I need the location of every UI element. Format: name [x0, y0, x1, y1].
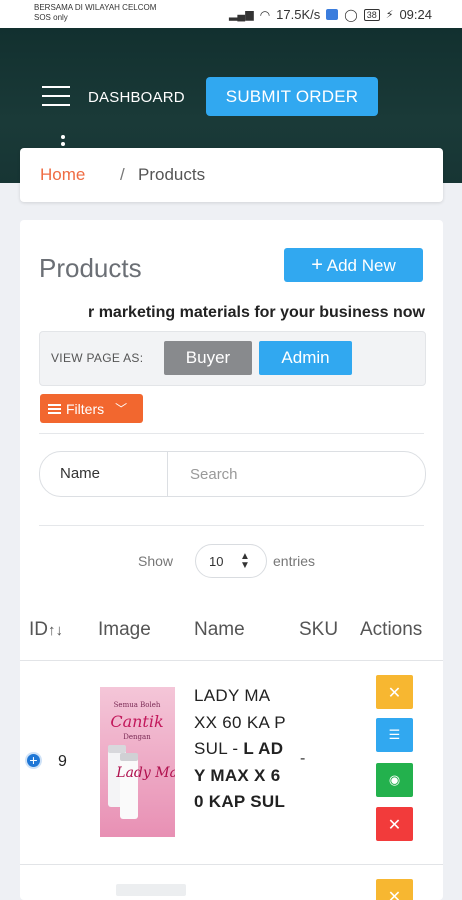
- details-button[interactable]: ☰: [376, 718, 413, 752]
- breadcrumb-separator: /: [120, 165, 125, 184]
- charging-icon: ⚡: [385, 9, 394, 21]
- column-header-name[interactable]: Name: [194, 619, 245, 641]
- svg-text:Dengan: Dengan: [123, 733, 151, 741]
- clock: 09:24: [399, 7, 432, 22]
- wifi-icon: ◠: [259, 7, 271, 22]
- svg-text:Semua Boleh: Semua Boleh: [114, 701, 161, 709]
- chevron-down-icon: ﹀: [115, 402, 128, 416]
- column-id-label: ID: [29, 619, 48, 640]
- app-notification-icon: [326, 9, 339, 20]
- close-icon: ✕: [387, 682, 402, 702]
- product-image: Semua Boleh Cantik Dengan Lady Maxx: [100, 687, 175, 837]
- breadcrumb-home-link[interactable]: Home: [40, 165, 85, 185]
- filters-label: Filters: [66, 400, 105, 417]
- row-divider: [20, 864, 443, 865]
- eye-slash-icon: ◉: [388, 772, 401, 788]
- breadcrumb: Home / Products: [20, 148, 443, 202]
- marquee-text: r marketing materials for your business …: [88, 304, 425, 321]
- net-speed: 17.5K/s: [276, 7, 321, 22]
- close-icon: ✕: [387, 886, 402, 900]
- submit-order-button[interactable]: SUBMIT ORDER: [206, 77, 378, 116]
- cell-sku: -: [300, 750, 306, 767]
- sort-updown-icon: ▲ ▼: [240, 551, 250, 571]
- marketing-marquee: r marketing materials for your business …: [39, 304, 425, 326]
- add-new-button[interactable]: + Add New: [284, 248, 423, 282]
- show-label: Show: [138, 553, 174, 569]
- expand-row-icon[interactable]: +: [25, 752, 42, 769]
- search-group: Name: [39, 451, 426, 497]
- search-field-value: Name: [60, 465, 101, 482]
- column-header-image: Image: [98, 619, 151, 640]
- admin-view-button[interactable]: Admin: [259, 341, 352, 375]
- cell-name: LADY MA XX 60 KA PSUL - L ADY MAX X 60 K…: [194, 683, 286, 816]
- divider: [39, 525, 424, 526]
- search-field-select[interactable]: Name: [40, 452, 168, 496]
- page-title: Products: [39, 253, 142, 283]
- delete-button[interactable]: ✕: [376, 807, 413, 841]
- breadcrumb-current: Products: [138, 165, 206, 184]
- column-header-id[interactable]: ID↑↓: [29, 619, 63, 641]
- status-icons: ▂▄▆ ◠ 17.5K/s ◯ 38 ⚡ 09:24: [229, 7, 432, 22]
- filter-lines-icon: [48, 403, 61, 414]
- search-input[interactable]: [168, 452, 424, 496]
- menu-icon[interactable]: [42, 86, 70, 108]
- filters-button[interactable]: Filters ﹀: [40, 394, 143, 423]
- entries-label: entries: [273, 553, 316, 569]
- close-icon: ✕: [387, 814, 402, 834]
- whatsapp-icon: ◯: [344, 7, 358, 22]
- view-as-label: VIEW PAGE AS:: [51, 351, 144, 365]
- status-bar: BERSAMA DI WILAYAH CELCOM SOS only ▂▄▆ ◠…: [0, 0, 462, 28]
- signal-icon: ▂▄▆: [228, 9, 254, 21]
- carrier-info: BERSAMA DI WILAYAH CELCOM SOS only: [34, 3, 156, 23]
- dashboard-link[interactable]: DASHBOARD: [88, 89, 185, 106]
- svg-text:Lady Maxx: Lady Maxx: [115, 765, 175, 781]
- view-page-as-panel: VIEW PAGE AS: Buyer Admin: [39, 331, 426, 386]
- table-header-divider: [20, 660, 443, 661]
- entries-select[interactable]: 10 ▲ ▼: [195, 544, 267, 578]
- battery-icon: 38: [363, 8, 380, 21]
- column-header-sku[interactable]: SKU: [299, 619, 338, 641]
- carrier-status: SOS only: [34, 13, 68, 22]
- view-button[interactable]: ◉: [376, 763, 413, 797]
- list-icon: ☰: [388, 727, 401, 743]
- sort-icon: ↑↓: [48, 622, 63, 639]
- column-header-actions: Actions: [360, 619, 423, 640]
- edit-button[interactable]: ✕: [376, 675, 413, 709]
- cell-id: 9: [58, 753, 67, 770]
- divider: [39, 433, 424, 434]
- entries-value: 10: [209, 554, 224, 569]
- add-new-label: Add New: [326, 255, 396, 275]
- products-card: Products + Add New r marketing materials…: [20, 220, 443, 900]
- next-row-placeholder: [116, 884, 186, 896]
- carrier-name: BERSAMA DI WILAYAH CELCOM: [34, 3, 157, 12]
- plus-icon: +: [311, 253, 323, 276]
- svg-text:Cantik: Cantik: [110, 712, 163, 731]
- edit-button[interactable]: ✕: [376, 879, 413, 900]
- buyer-view-button[interactable]: Buyer: [164, 341, 252, 375]
